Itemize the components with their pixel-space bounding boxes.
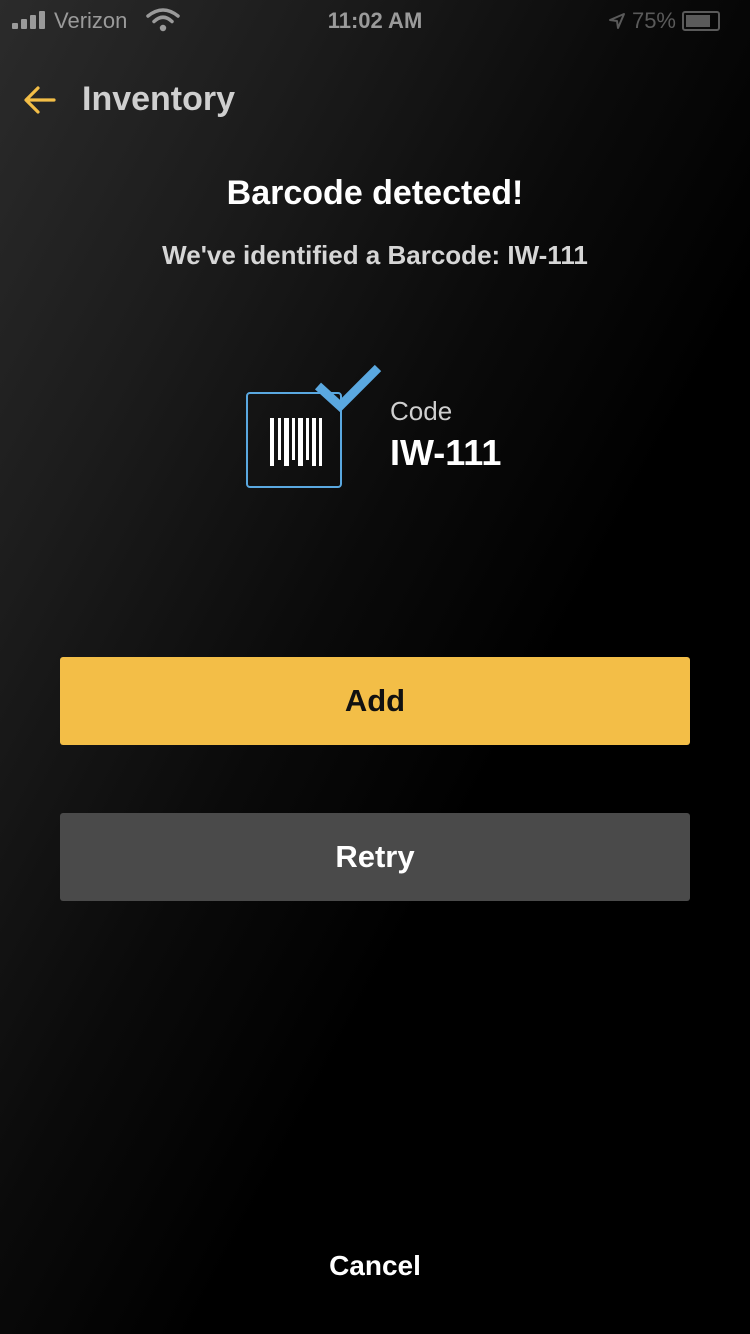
- checkmark-icon: [314, 364, 382, 413]
- code-value: IW-111: [390, 432, 502, 473]
- result-message: We've identified a Barcode: IW-111: [162, 240, 588, 270]
- result-heading: Barcode detected!: [226, 174, 524, 212]
- barcode-result-screen: Verizon 11:02 AM 75% Inventory Barcode d…: [0, 0, 750, 1334]
- status-bar: Verizon 11:02 AM 75%: [0, 0, 750, 40]
- battery-percent: 75%: [631, 8, 676, 33]
- back-arrow-icon[interactable]: [22, 82, 58, 118]
- add-button[interactable]: Add: [60, 657, 690, 745]
- code-label: Code: [390, 396, 453, 426]
- status-right: 75%: [608, 8, 720, 34]
- cancel-button[interactable]: Cancel: [0, 1250, 750, 1282]
- battery-icon: [682, 11, 720, 31]
- retry-button[interactable]: Retry: [60, 813, 690, 901]
- page-title: Inventory: [82, 80, 236, 118]
- barcode-lines-icon: [270, 418, 322, 466]
- location-arrow-icon: [608, 13, 625, 29]
